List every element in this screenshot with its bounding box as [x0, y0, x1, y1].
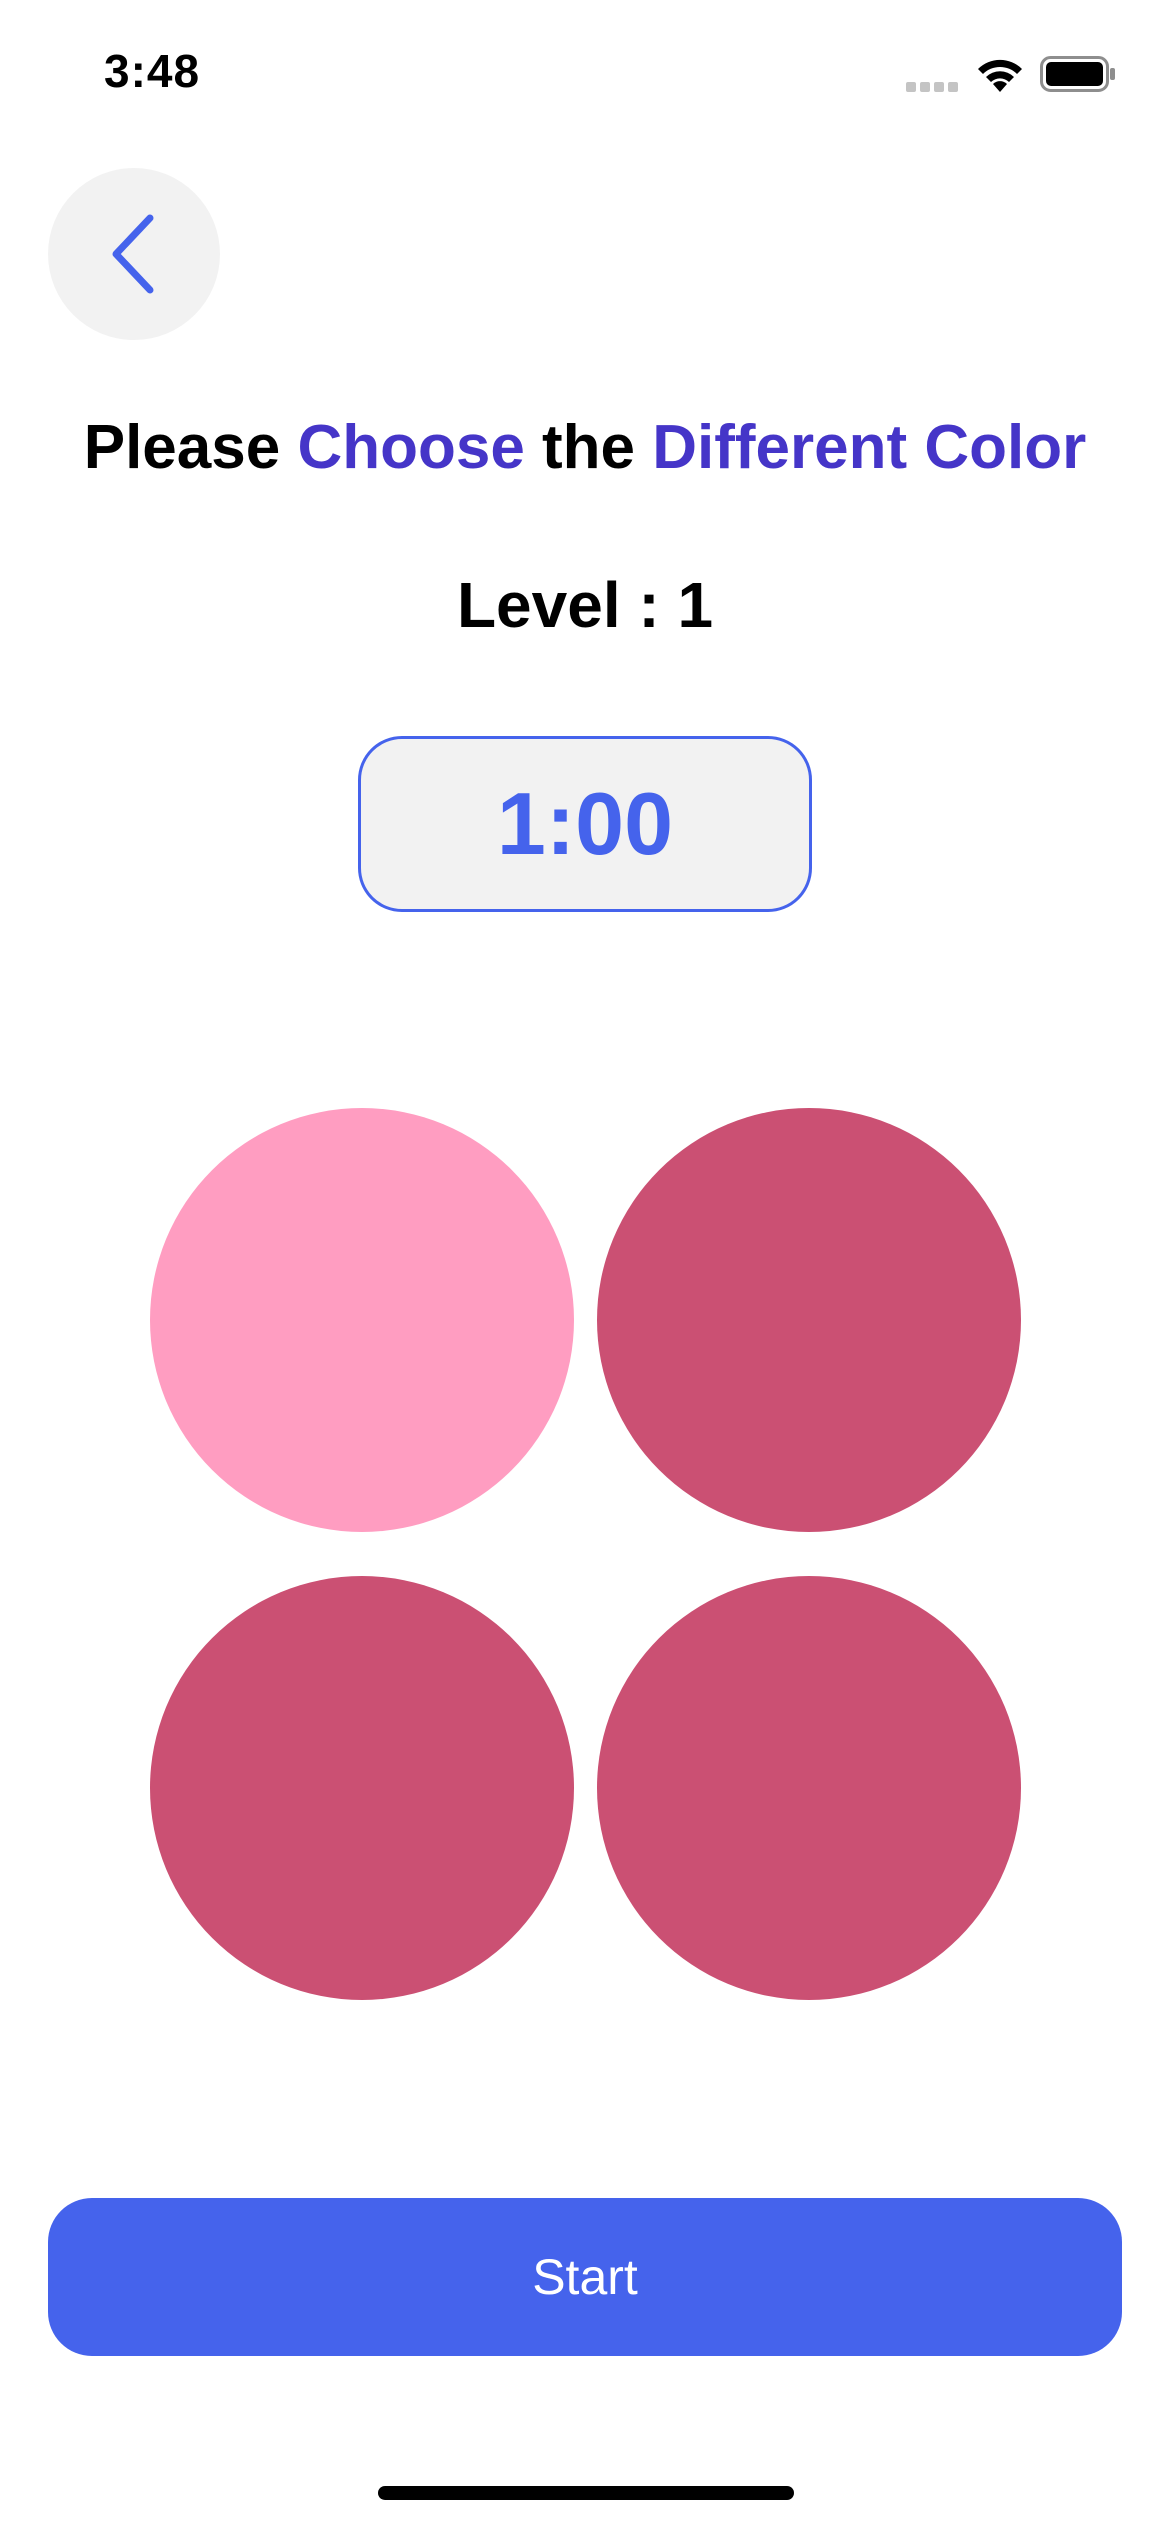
start-button[interactable]: Start: [48, 2198, 1122, 2356]
timer-value: 1:00: [496, 774, 674, 873]
home-indicator: [378, 2486, 794, 2500]
instruction-title: Please Choose the Different Color: [0, 412, 1170, 483]
color-circle-2[interactable]: [597, 1108, 1021, 1532]
title-part-different-color: Different Color: [652, 413, 1087, 482]
battery-icon: [1040, 56, 1115, 92]
color-circle-4[interactable]: [597, 1576, 1021, 2000]
title-part-the: the: [524, 413, 653, 482]
timer-display: 1:00: [358, 736, 812, 912]
cellular-signal-icon: [906, 82, 958, 92]
color-circle-1[interactable]: [150, 1108, 574, 1532]
color-circle-3[interactable]: [150, 1576, 574, 2000]
color-game-screen: 3:48 Please Choose the Different Color L…: [0, 0, 1170, 2532]
title-part-please: Please: [83, 413, 298, 482]
wifi-icon: [978, 59, 1022, 92]
start-button-label: Start: [532, 2249, 638, 2305]
chevron-left-icon: [112, 214, 154, 294]
title-part-choose: Choose: [297, 413, 525, 482]
status-time: 3:48: [104, 45, 201, 97]
level-label: Level : 1: [456, 569, 714, 641]
back-button[interactable]: [48, 168, 220, 340]
